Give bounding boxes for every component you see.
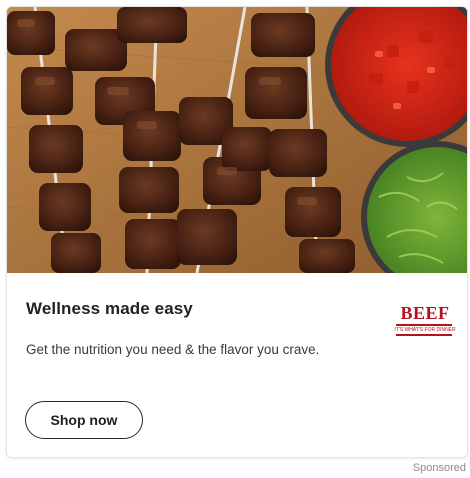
logo-divider	[396, 324, 452, 326]
ad-card[interactable]: Wellness made easy Get the nutrition you…	[6, 6, 468, 458]
beef-logo-icon[interactable]: BEEF IT'S WHAT'S FOR DINNER	[393, 303, 457, 343]
ad-content[interactable]: Wellness made easy Get the nutrition you…	[7, 273, 467, 457]
beef-kabob-skewers-photo-icon	[7, 7, 467, 273]
logo-word: BEEF	[400, 303, 450, 323]
shop-now-button[interactable]: Shop now	[25, 401, 143, 439]
sponsored-label[interactable]: Sponsored	[413, 462, 466, 474]
logo-divider-bottom	[396, 334, 452, 336]
ad-description[interactable]: Get the nutrition you need & the flavor …	[26, 342, 319, 357]
ad-headline[interactable]: Wellness made easy	[26, 299, 193, 319]
hero-image[interactable]	[7, 7, 467, 273]
logo-tagline: IT'S WHAT'S FOR DINNER	[394, 327, 456, 333]
sponsored-ad: Wellness made easy Get the nutrition you…	[0, 0, 470, 478]
